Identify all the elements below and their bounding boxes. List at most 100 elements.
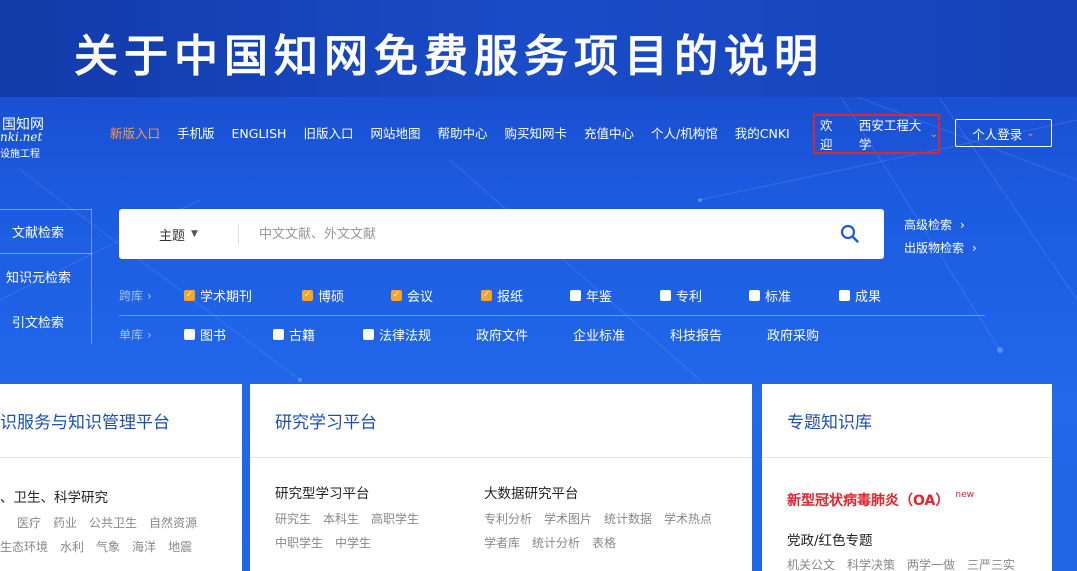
advanced-search-link[interactable]: 高级检索 › [904, 217, 977, 240]
nav-sitemap[interactable]: 网站地图 [370, 124, 420, 144]
checkbox-achievement[interactable]: 成果 [839, 286, 881, 305]
nav-old-version[interactable]: 旧版入口 [303, 124, 353, 144]
tag-natural-resources[interactable]: 自然资源 [149, 516, 197, 530]
tag-hot-topics[interactable]: 学术热点 [664, 512, 712, 526]
chevron-right-icon: › [972, 241, 977, 255]
single-db-label[interactable]: 单库 › [119, 326, 184, 343]
logo-text-sub: 设施工程 [0, 149, 40, 160]
tag-patent-analysis[interactable]: 专利分析 [484, 512, 532, 526]
tag-row: 医疗 药业 公共卫生 自然资源 [0, 514, 209, 531]
tag-row: 中职学生 中学生 [275, 534, 383, 551]
section-title[interactable]: 研究型学习平台 [275, 482, 370, 502]
welcome-label: 欢迎 [820, 118, 833, 152]
tag-ecology[interactable]: 生态环境 [0, 540, 48, 554]
publication-search-link[interactable]: 出版物检索 › [904, 240, 977, 263]
checkbox-standard[interactable]: 标准 [749, 286, 839, 305]
check-icon: ✓ [302, 290, 313, 301]
chevron-right-icon: › [960, 218, 965, 232]
tag-official-docs[interactable]: 机关公文 [787, 558, 835, 571]
checkbox-books[interactable]: 图书 [184, 325, 273, 344]
tag-vocational[interactable]: 高职学生 [371, 512, 419, 526]
nav-english[interactable]: ENGLISH [232, 124, 287, 144]
card-topic-knowledge-base: 专题知识库 新型冠状病毒肺炎（OA） new 党政/红色专题 机关公文 科学决策 两学… [762, 384, 1052, 571]
checkbox-conference[interactable]: ✓ 会议 [391, 286, 481, 305]
check-icon: ✓ [184, 290, 195, 301]
side-divider [91, 209, 92, 344]
section-title[interactable]: 党政/红色专题 [787, 529, 873, 549]
nav-mobile[interactable]: 手机版 [177, 124, 215, 144]
nav-my-cnki[interactable]: 我的CNKI [735, 124, 790, 144]
banner-title[interactable]: 关于中国知网免费服务项目的说明 [74, 20, 824, 84]
tag-public-health[interactable]: 公共卫生 [89, 516, 137, 530]
tag-earthquake[interactable]: 地震 [168, 540, 192, 554]
search-field-label: 主题 [159, 228, 186, 244]
tag-water[interactable]: 水利 [60, 540, 84, 554]
tag-ocean[interactable]: 海洋 [132, 540, 156, 554]
chevron-down-icon: ⌄ [929, 128, 938, 140]
tag-medical[interactable]: 医疗 [17, 516, 41, 530]
search-field-select[interactable]: 主题 ▼ [119, 224, 239, 244]
covid-topic-title: 新型冠状病毒肺炎（OA） [787, 493, 950, 509]
new-badge: new [955, 490, 974, 500]
card-title[interactable]: 识服务与知识管理平台 [0, 384, 242, 458]
nav-personal-library[interactable]: 个人/机构馆 [651, 124, 718, 144]
checkbox-journal[interactable]: ✓ 学术期刊 [184, 286, 302, 305]
search-icon[interactable] [840, 224, 860, 244]
tag-meteorology[interactable]: 气象 [96, 540, 120, 554]
checkbox-ancient-books[interactable]: 古籍 [273, 325, 363, 344]
chevron-right-icon: › [147, 328, 152, 342]
cross-database-row: 跨库 › ✓ 学术期刊 ✓ 博硕 ✓ 会议 ✓ 报纸 年鉴 专利 标准 成果 [119, 286, 881, 305]
tag-undergraduate[interactable]: 本科生 [323, 512, 359, 526]
tag-tables[interactable]: 表格 [592, 536, 616, 550]
covid-topic-link[interactable]: 新型冠状病毒肺炎（OA） new [787, 490, 974, 510]
section-title[interactable]: 大数据研究平台 [484, 482, 579, 502]
nav-new-version[interactable]: 新版入口 [110, 124, 160, 144]
nav-recharge[interactable]: 充值中心 [584, 124, 634, 144]
checkbox-patent[interactable]: 专利 [660, 286, 749, 305]
institution-name[interactable]: 西安工程大学 [859, 115, 928, 153]
personal-login-button[interactable]: 个人登录 ⌄ [955, 119, 1052, 147]
tab-knowledge-element-search[interactable]: 知识元检索 [0, 254, 92, 299]
db-government-docs[interactable]: 政府文件 [476, 325, 573, 344]
nav-buy-card[interactable]: 购买知网卡 [505, 124, 568, 144]
tab-literature-search[interactable]: 文献检索 [0, 209, 92, 254]
welcome-institution[interactable]: 欢迎 西安工程大学 ⌄ [813, 114, 940, 154]
tag-decision[interactable]: 科学决策 [847, 558, 895, 571]
tag-academic-images[interactable]: 学术图片 [544, 512, 592, 526]
announcement-banner[interactable]: 关于中国知网免费服务项目的说明 [0, 0, 1077, 97]
tag-row: 研究生 本科生 高职学生 [275, 510, 431, 527]
tag-graduate[interactable]: 研究生 [275, 512, 311, 526]
tag-secondary-vocational[interactable]: 中职学生 [275, 536, 323, 550]
db-tech-reports[interactable]: 科技报告 [670, 325, 767, 344]
tag-three-strict[interactable]: 三严三实 [967, 558, 1015, 571]
tag-scholars[interactable]: 学者库 [484, 536, 520, 550]
checkbox-yearbook[interactable]: 年鉴 [570, 286, 660, 305]
tag-row: 生态环境 水利 气象 海洋 地震 [0, 538, 204, 555]
db-enterprise-standards[interactable]: 企业标准 [573, 325, 670, 344]
tag-pharma[interactable]: 药业 [53, 516, 77, 530]
tag-row: 学者库 统计分析 表格 [484, 534, 628, 551]
tab-citation-search[interactable]: 引文检索 [0, 299, 92, 344]
cnki-logo[interactable]: 国知网 nki.net 设施工程 [0, 112, 55, 160]
checkbox-thesis[interactable]: ✓ 博硕 [302, 286, 391, 305]
logo-text-url: nki.net [0, 130, 43, 144]
tag-two-learn[interactable]: 两学一做 [907, 558, 955, 571]
caret-down-icon: ▼ [191, 229, 198, 239]
db-government-procurement[interactable]: 政府采购 [767, 325, 819, 344]
card-knowledge-management: 识服务与知识管理平台 、卫生、科学研究 医疗 药业 公共卫生 自然资源 生态环境 水利气… [0, 384, 242, 571]
chevron-right-icon: › [147, 289, 152, 303]
search-input[interactable] [259, 226, 819, 242]
tag-row: 机关公文 科学决策 两学一做 三严三实 [787, 556, 1027, 571]
cross-db-label[interactable]: 跨库 › [119, 287, 184, 304]
tag-middle-school[interactable]: 中学生 [335, 536, 371, 550]
tag-statistics[interactable]: 统计数据 [604, 512, 652, 526]
tag-stat-analysis[interactable]: 统计分析 [532, 536, 580, 550]
card-title[interactable]: 专题知识库 [762, 384, 1052, 458]
checkbox-laws[interactable]: 法律法规 [363, 325, 476, 344]
card-title[interactable]: 研究学习平台 [250, 384, 752, 458]
nav-help[interactable]: 帮助中心 [437, 124, 487, 144]
checkbox-newspaper[interactable]: ✓ 报纸 [481, 286, 570, 305]
section-title[interactable]: 、卫生、科学研究 [0, 486, 108, 506]
check-icon: ✓ [391, 290, 402, 301]
search-type-tabs: 文献检索 知识元检索 引文检索 [0, 209, 92, 344]
